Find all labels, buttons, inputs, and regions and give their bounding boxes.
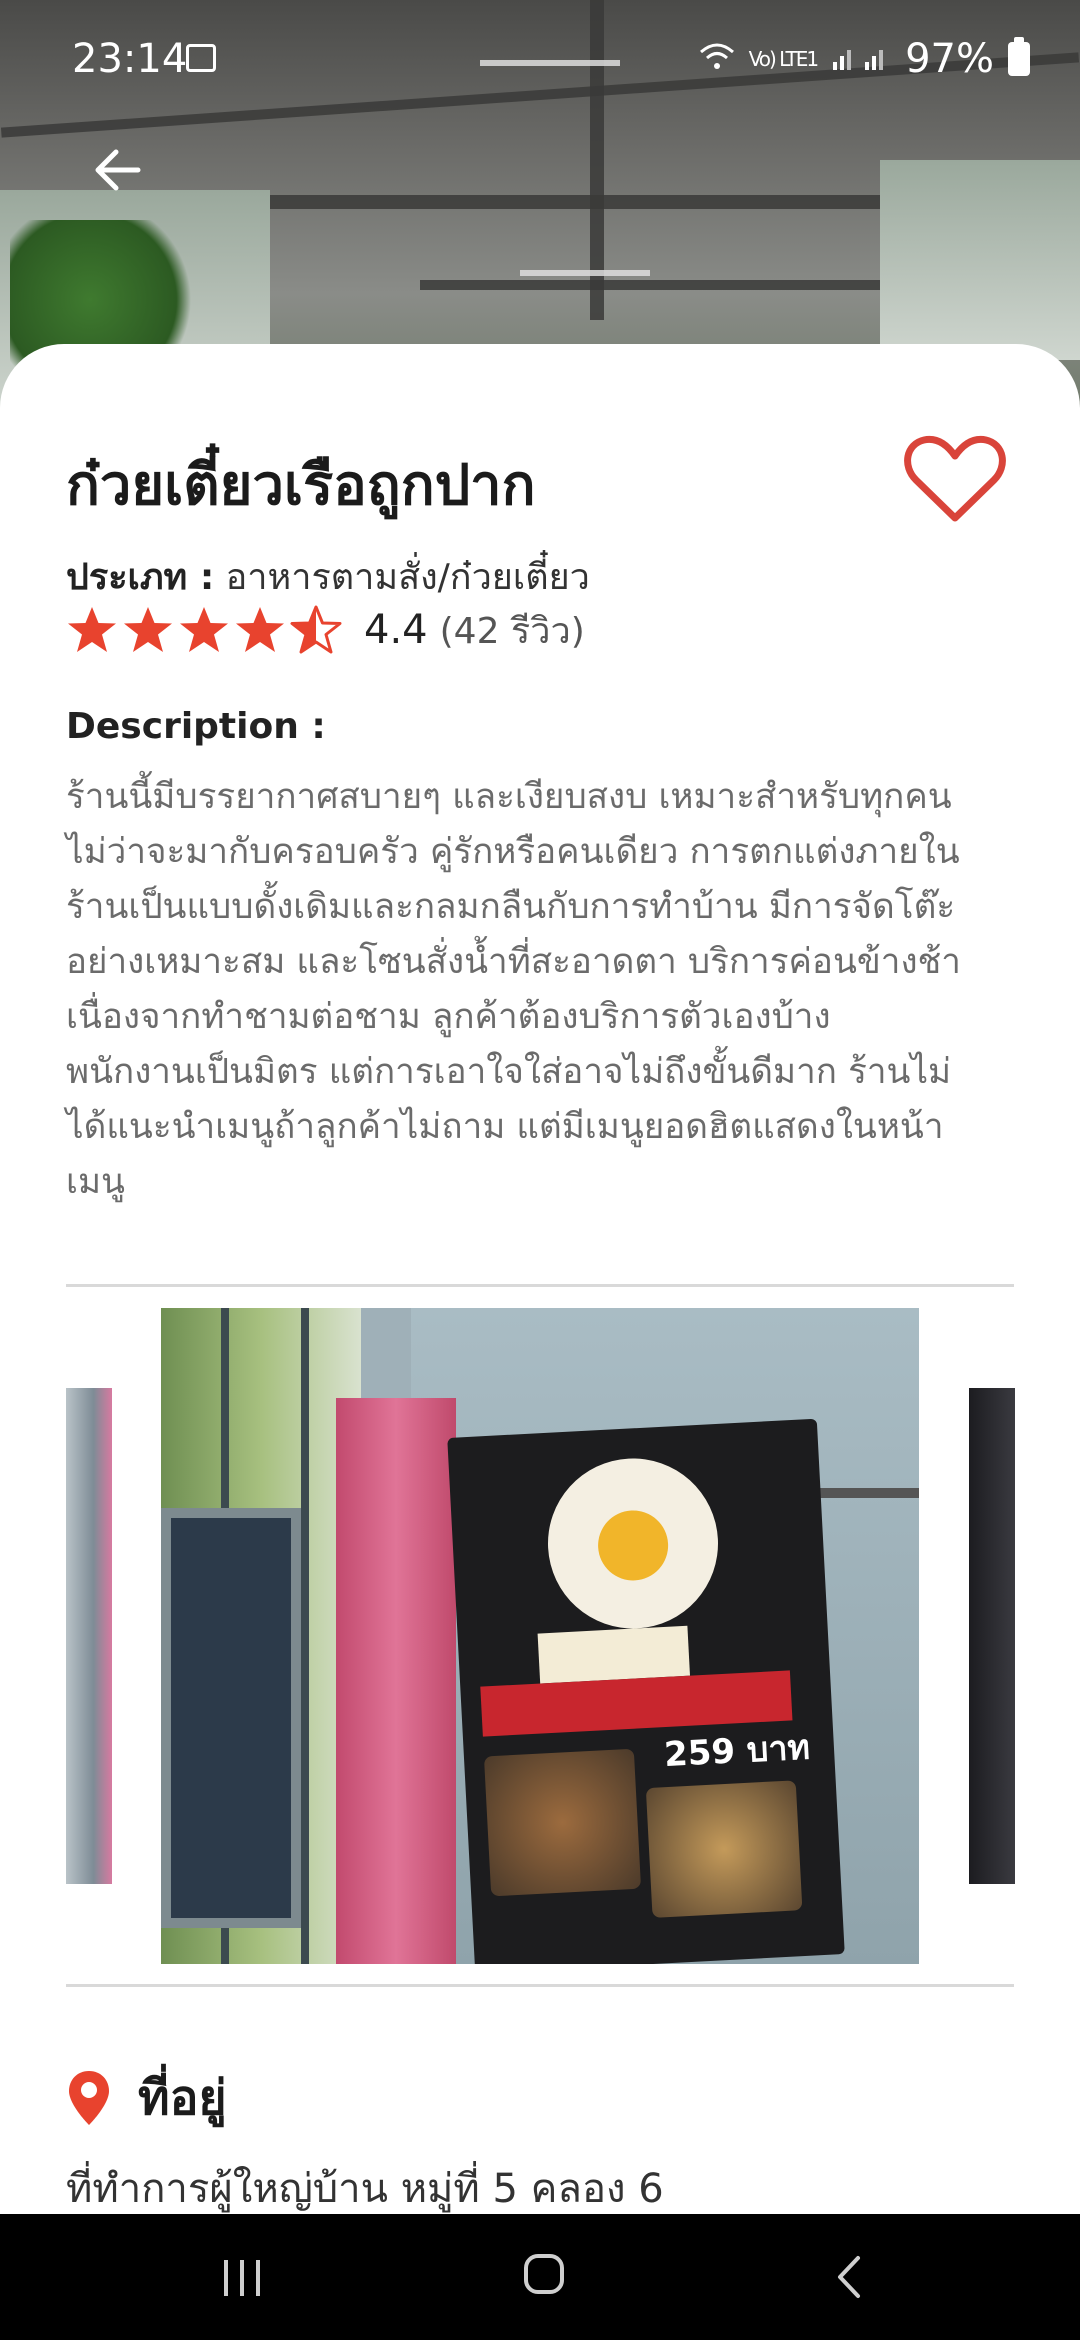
sign-price: 259 บาท	[663, 1727, 811, 1776]
category-label: ประเภท :	[66, 557, 215, 598]
recent-apps-icon[interactable]	[220, 2258, 266, 2298]
photo-carousel[interactable]: 259 บาท	[0, 1306, 1080, 1964]
restaurant-photo[interactable]: 259 บาท	[161, 1308, 919, 1964]
system-nav-bar	[0, 2214, 1080, 2340]
star-icon	[124, 607, 172, 652]
review-count[interactable]: (42 รีวิว)	[440, 602, 585, 659]
status-time: 23:14	[72, 36, 188, 82]
description-line: อย่างเหมาะสม และโซนสั่งน้ำที่สะอาดตา บริ…	[66, 942, 961, 982]
description-label: Description :	[66, 706, 326, 747]
address-text[interactable]: ที่ทำการผู้ใหญ่บ้าน หมู่ที่ 5 คลอง 6	[66, 2156, 664, 2220]
star-icon	[180, 607, 228, 652]
description-line: ได้แนะนำเมนูถ้าลูกค้าไม่ถาม แต่มีเมนูยอด…	[66, 1107, 944, 1147]
battery-percent: 97%	[905, 36, 994, 82]
back-arrow-icon	[95, 149, 141, 191]
rating-row: 4.4 (42 รีวิว)	[66, 600, 585, 660]
half-star-icon	[290, 605, 342, 654]
description-line: ไม่ว่าจะมากับครอบครัว คู่รักหรือคนเดียว …	[66, 832, 960, 872]
prev-photo-thumbnail[interactable]	[66, 1388, 112, 1884]
wifi-icon	[699, 36, 735, 82]
rating-value: 4.4	[364, 607, 428, 653]
back-button[interactable]	[88, 140, 148, 200]
star-icon	[236, 607, 284, 652]
heart-icon	[904, 435, 1006, 522]
address-title: ที่อยู่	[138, 2070, 227, 2126]
location-pin-icon	[69, 2071, 109, 2125]
address-header: ที่อยู่	[66, 2060, 227, 2136]
category-row: ประเภท : อาหารตามสั่ง/ก๋วยเตี๋ยว	[66, 548, 590, 605]
home-icon[interactable]	[524, 2254, 564, 2294]
description-text: ร้านนี้มีบรรยากาศสบายๆ และเงียบสงบ เหมาะ…	[66, 770, 1026, 1210]
description-line: ร้านเป็นแบบดั้งเดิมและกลมกลืนกับการทำบ้า…	[66, 887, 956, 927]
rating-stars	[66, 604, 342, 656]
restaurant-name: ก๋วยเตี๋ยวเรือถูกปาก	[66, 453, 536, 518]
status-bar: 23:14 Vo) LTE1 97%	[0, 0, 1080, 120]
description-line: เมนู	[66, 1162, 125, 1202]
description-line: เนื่องจากทำชามต่อชาม ลูกค้าต้องบริการตัว…	[66, 997, 831, 1037]
category-value: อาหารตามสั่ง/ก๋วยเตี๋ยว	[225, 557, 590, 598]
network-label: Vo) LTE1	[748, 47, 819, 71]
divider	[66, 1284, 1014, 1287]
divider	[66, 1984, 1014, 1987]
status-right-group: Vo) LTE1 97%	[699, 36, 1030, 82]
nav-back-icon[interactable]	[830, 2254, 870, 2300]
signal-icon	[831, 36, 891, 82]
star-icon	[68, 607, 116, 652]
description-line: พนักงานเป็นมิตร แต่การเอาใจใส่อาจไม่ถึงข…	[66, 1052, 952, 1092]
next-photo-thumbnail[interactable]	[969, 1388, 1015, 1884]
gallery-notification-icon	[186, 44, 216, 72]
description-line: ร้านนี้มีบรรยากาศสบายๆ และเงียบสงบ เหมาะ…	[66, 777, 952, 817]
battery-icon	[1008, 37, 1030, 76]
favorite-button[interactable]	[900, 430, 1010, 530]
